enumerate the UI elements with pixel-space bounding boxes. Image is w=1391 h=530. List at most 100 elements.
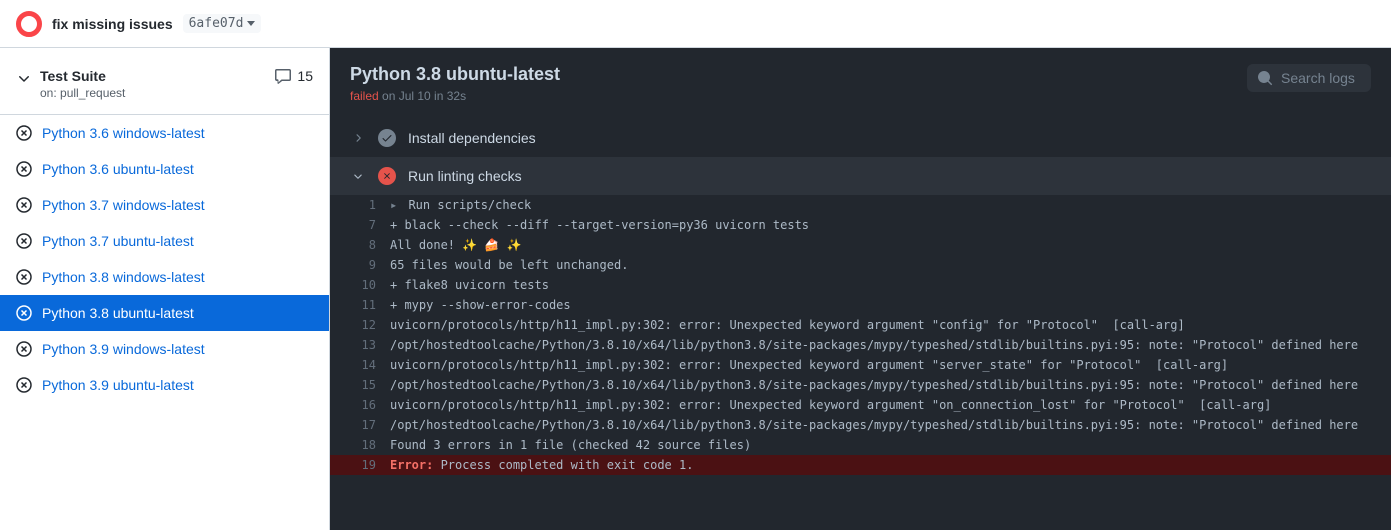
line-text: uvicorn/protocols/http/h11_impl.py:302: … — [390, 355, 1228, 375]
caret-down-icon — [247, 21, 255, 26]
x-circle-icon — [16, 161, 32, 177]
log-lines: 1▸ Run scripts/check7+ black --check --d… — [330, 195, 1391, 475]
log-line[interactable]: 14uvicorn/protocols/http/h11_impl.py:302… — [330, 355, 1391, 375]
log-line[interactable]: 18Found 3 errors in 1 file (checked 42 s… — [330, 435, 1391, 455]
job-meta: failed on Jul 10 in 32s — [350, 89, 560, 103]
line-text: Found 3 errors in 1 file (checked 42 sou… — [390, 435, 751, 455]
log-line[interactable]: 19Error: Process completed with exit cod… — [330, 455, 1391, 475]
step-label: Install dependencies — [408, 130, 536, 146]
job-name: Python 3.9 windows-latest — [42, 341, 205, 357]
log-line[interactable]: 13/opt/hostedtoolcache/Python/3.8.10/x64… — [330, 335, 1391, 355]
x-icon — [378, 167, 396, 185]
search-input[interactable] — [1281, 70, 1361, 86]
job-list: Python 3.6 windows-latest Python 3.6 ubun… — [0, 115, 329, 403]
line-text: + flake8 uvicorn tests — [390, 275, 549, 295]
topbar: fix missing issues 6afe07d — [0, 0, 1391, 48]
job-name: Python 3.7 windows-latest — [42, 197, 205, 213]
workflow-name: Test Suite — [40, 68, 125, 84]
line-number: 14 — [330, 355, 390, 375]
line-text: + mypy --show-error-codes — [390, 295, 571, 315]
sidebar-job-item[interactable]: Python 3.6 windows-latest — [0, 115, 329, 151]
line-number: 1 — [330, 195, 390, 215]
check-icon — [378, 129, 396, 147]
logo-icon — [16, 11, 42, 37]
line-number: 12 — [330, 315, 390, 335]
comment-icon — [275, 68, 291, 84]
step-run-linting-checks[interactable]: Run linting checks — [330, 157, 1391, 195]
line-number: 7 — [330, 215, 390, 235]
line-number: 11 — [330, 295, 390, 315]
line-number: 18 — [330, 435, 390, 455]
commit-sha-button[interactable]: 6afe07d — [183, 14, 262, 33]
step-install-dependencies[interactable]: Install dependencies — [330, 119, 1391, 157]
line-number: 13 — [330, 335, 390, 355]
log-line[interactable]: 10+ flake8 uvicorn tests — [330, 275, 1391, 295]
step-label: Run linting checks — [408, 168, 522, 184]
sidebar-job-item[interactable]: Python 3.9 ubuntu-latest — [0, 367, 329, 403]
line-number: 16 — [330, 395, 390, 415]
log-line[interactable]: 15/opt/hostedtoolcache/Python/3.8.10/x64… — [330, 375, 1391, 395]
x-circle-icon — [16, 305, 32, 321]
log-line[interactable]: 12uvicorn/protocols/http/h11_impl.py:302… — [330, 315, 1391, 335]
x-circle-icon — [16, 197, 32, 213]
chevron-down-icon — [350, 170, 366, 182]
log-line[interactable]: 7+ black --check --diff --target-version… — [330, 215, 1391, 235]
x-circle-icon — [16, 269, 32, 285]
chevron-down-icon — [16, 70, 32, 86]
line-number: 10 — [330, 275, 390, 295]
line-text: All done! ✨ 🍰 ✨ — [390, 235, 522, 255]
line-text: /opt/hostedtoolcache/Python/3.8.10/x64/l… — [390, 415, 1358, 435]
sidebar-job-item[interactable]: Python 3.8 windows-latest — [0, 259, 329, 295]
sidebar-job-item[interactable]: Python 3.6 ubuntu-latest — [0, 151, 329, 187]
line-text: /opt/hostedtoolcache/Python/3.8.10/x64/l… — [390, 335, 1358, 355]
log-line[interactable]: 16uvicorn/protocols/http/h11_impl.py:302… — [330, 395, 1391, 415]
search-icon — [1257, 70, 1273, 86]
job-title: Python 3.8 ubuntu-latest — [350, 64, 560, 85]
log-line[interactable]: 8All done! ✨ 🍰 ✨ — [330, 235, 1391, 255]
line-text: uvicorn/protocols/http/h11_impl.py:302: … — [390, 315, 1185, 335]
job-name: Python 3.8 ubuntu-latest — [42, 305, 194, 321]
line-number: 8 — [330, 235, 390, 255]
line-number: 17 — [330, 415, 390, 435]
x-circle-icon — [16, 233, 32, 249]
steps-container: Install dependencies Run linting checks … — [330, 119, 1391, 530]
sidebar-job-item[interactable]: Python 3.7 ubuntu-latest — [0, 223, 329, 259]
line-text: /opt/hostedtoolcache/Python/3.8.10/x64/l… — [390, 375, 1358, 395]
log-line[interactable]: 1▸ Run scripts/check — [330, 195, 1391, 215]
job-name: Python 3.7 ubuntu-latest — [42, 233, 194, 249]
line-text: uvicorn/protocols/http/h11_impl.py:302: … — [390, 395, 1271, 415]
workflow-trigger: on: pull_request — [40, 86, 125, 100]
workflow-count-text: 15 — [297, 68, 313, 84]
job-name: Python 3.8 windows-latest — [42, 269, 205, 285]
search-logs[interactable] — [1247, 64, 1371, 92]
sidebar-job-item[interactable]: Python 3.8 ubuntu-latest — [0, 295, 329, 331]
x-circle-icon — [16, 377, 32, 393]
log-line[interactable]: 17/opt/hostedtoolcache/Python/3.8.10/x64… — [330, 415, 1391, 435]
workflow-count[interactable]: 15 — [275, 68, 313, 84]
line-number: 9 — [330, 255, 390, 275]
x-circle-icon — [16, 125, 32, 141]
line-text: + black --check --diff --target-version=… — [390, 215, 809, 235]
job-header: Python 3.8 ubuntu-latest failed on Jul 1… — [330, 48, 1391, 119]
x-circle-icon — [16, 341, 32, 357]
line-number: 15 — [330, 375, 390, 395]
job-name: Python 3.9 ubuntu-latest — [42, 377, 194, 393]
line-text: 65 files would be left unchanged. — [390, 255, 628, 275]
commit-sha-text: 6afe07d — [189, 16, 244, 31]
line-text: ▸ Run scripts/check — [390, 195, 531, 215]
sidebar: Test Suite on: pull_request 15 Python 3.… — [0, 48, 330, 530]
line-number: 19 — [330, 455, 390, 475]
log-line[interactable]: 11+ mypy --show-error-codes — [330, 295, 1391, 315]
log-panel: Python 3.8 ubuntu-latest failed on Jul 1… — [330, 48, 1391, 530]
sidebar-job-item[interactable]: Python 3.7 windows-latest — [0, 187, 329, 223]
workflow-header[interactable]: Test Suite on: pull_request 15 — [0, 48, 329, 115]
job-status: failed — [350, 89, 379, 103]
pr-title: fix missing issues — [52, 16, 173, 32]
job-name: Python 3.6 windows-latest — [42, 125, 205, 141]
job-name: Python 3.6 ubuntu-latest — [42, 161, 194, 177]
chevron-right-icon — [350, 132, 366, 144]
log-line[interactable]: 965 files would be left unchanged. — [330, 255, 1391, 275]
sidebar-job-item[interactable]: Python 3.9 windows-latest — [0, 331, 329, 367]
line-text: Error: Process completed with exit code … — [390, 455, 693, 475]
job-timing: on Jul 10 in 32s — [379, 89, 466, 103]
